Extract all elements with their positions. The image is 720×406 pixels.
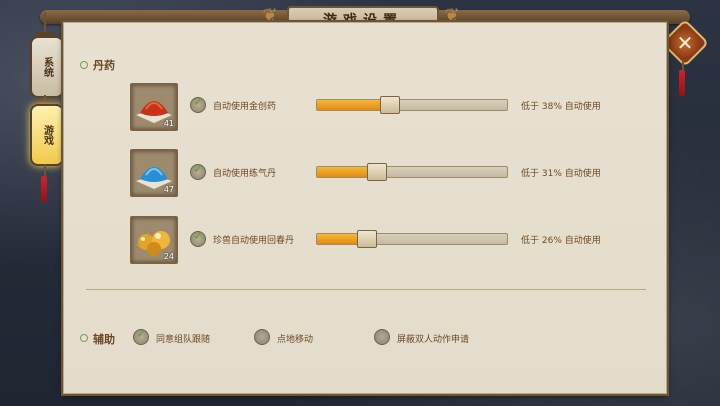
auto-use-checkbox[interactable]: ✓ (190, 229, 206, 247)
row-label: 自动使用金创药 (213, 102, 277, 112)
settings-panel (63, 22, 667, 394)
golden-pills-icon: 24 (130, 216, 178, 264)
block-duo-action-checkbox[interactable] (374, 329, 390, 345)
threshold-text: 低于 31% 自动使用 (521, 169, 601, 179)
slider-fill (317, 100, 389, 110)
threshold-slider[interactable] (316, 96, 508, 114)
blue-powder-icon: 47 (130, 149, 178, 197)
lantern-string (44, 164, 46, 176)
tab-system[interactable]: 系统 (30, 36, 64, 98)
row-label: 珍兽自动使用回春丹 (213, 236, 295, 246)
item-count: 24 (163, 252, 174, 261)
auto-use-checkbox[interactable]: ✓ (190, 95, 206, 113)
follow-team-label: 同意组队跟随 (156, 335, 211, 345)
checkmark-icon: ✓ (193, 162, 204, 177)
red-tassel-icon (41, 176, 47, 202)
block-duo-action-label: 屏蔽双人动作申请 (397, 335, 470, 345)
close-icon[interactable]: ✕ (668, 26, 702, 60)
slider-handle[interactable] (380, 96, 400, 114)
section-bullet-icon (80, 61, 88, 69)
threshold-text: 低于 38% 自动使用 (521, 102, 601, 112)
red-powder-icon: 41 (130, 83, 178, 131)
follow-team-checkbox[interactable]: ✓ (133, 327, 149, 345)
tab-system-label: 系统 (41, 57, 53, 77)
checkmark-icon: ✓ (136, 327, 147, 342)
tap-move-checkbox[interactable] (254, 329, 270, 345)
row-label: 自动使用练气丹 (213, 169, 277, 179)
item-count: 41 (163, 119, 174, 128)
slider-handle[interactable] (357, 230, 377, 248)
section-divider (86, 289, 646, 290)
section-heading-potions: 丹药 (93, 59, 115, 72)
checkmark-icon: ✓ (193, 95, 204, 110)
tap-move-label: 点地移动 (277, 335, 314, 345)
slider-handle[interactable] (367, 163, 387, 181)
threshold-text: 低于 26% 自动使用 (521, 236, 601, 246)
section-bullet-icon (80, 334, 88, 342)
threshold-slider[interactable] (316, 163, 508, 181)
close-string (682, 60, 684, 70)
item-count: 47 (163, 185, 174, 194)
threshold-slider[interactable] (316, 230, 508, 248)
section-heading-assist: 辅助 (93, 333, 115, 346)
checkmark-icon: ✓ (193, 229, 204, 244)
red-tassel-icon (679, 70, 685, 96)
tab-game[interactable]: 游戏 (30, 104, 64, 166)
tab-game-label: 游戏 (41, 125, 53, 145)
auto-use-checkbox[interactable]: ✓ (190, 162, 206, 180)
